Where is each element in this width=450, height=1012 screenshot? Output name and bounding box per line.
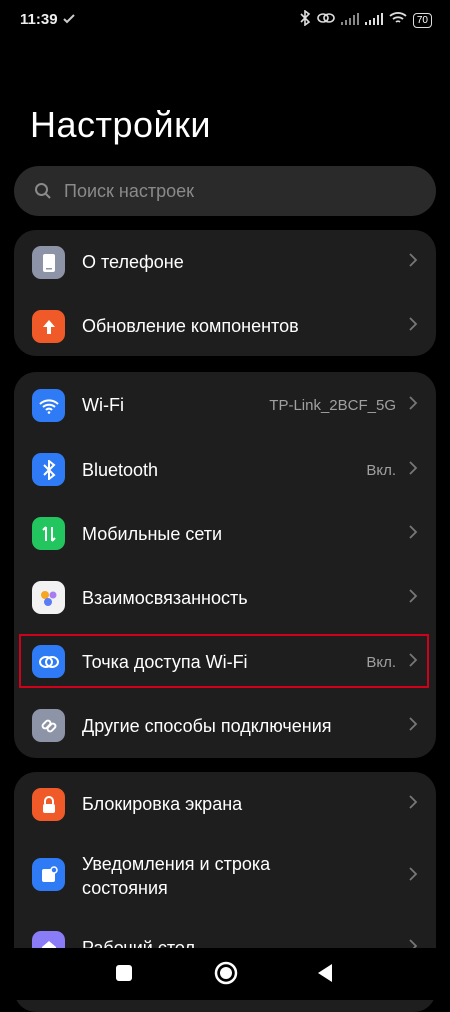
chevron-right-icon <box>408 252 418 273</box>
hotspot-status-icon <box>317 11 335 30</box>
back-button[interactable] <box>316 963 334 988</box>
settings-item-label: О телефоне <box>82 251 184 272</box>
chevron-right-icon <box>408 316 418 337</box>
search-icon <box>34 182 52 200</box>
settings-group-device: О телефоне Обновление компонентов <box>14 230 436 356</box>
battery-icon: 70 <box>412 13 432 28</box>
settings-item-label: Wi-Fi <box>82 394 124 415</box>
notification-icon <box>32 858 65 891</box>
wifi-status-icon <box>389 11 407 30</box>
settings-item-interconnect[interactable]: Взаимосвязанность <box>14 566 436 630</box>
settings-group-connections: Wi-Fi TP-Link_2BCF_5G Bluetooth Вкл. Моб… <box>14 372 436 758</box>
chevron-right-icon <box>408 524 418 545</box>
settings-item-label: Мобильные сети <box>82 523 223 544</box>
chevron-right-icon <box>408 395 418 416</box>
chevron-right-icon <box>408 866 418 887</box>
settings-item-label: Блокировка экрана <box>82 793 243 814</box>
settings-item-label: Bluetooth <box>82 459 159 480</box>
chevron-right-icon <box>408 794 418 815</box>
signal-icon <box>340 12 359 30</box>
settings-item-label: Другие способы подключения <box>82 715 332 736</box>
mobile-data-icon <box>32 517 65 550</box>
status-bar: 11:39 70 <box>0 0 450 40</box>
settings-item-value: Вкл. <box>366 461 396 479</box>
recents-button[interactable] <box>115 964 133 987</box>
link-icon <box>32 709 65 742</box>
check-icon <box>62 12 76 31</box>
bluetooth-icon <box>32 453 65 486</box>
settings-item-label: Уведомления и строка состояния <box>82 854 271 898</box>
status-time: 11:39 <box>20 11 58 28</box>
settings-item-bluetooth[interactable]: Bluetooth Вкл. <box>14 438 436 502</box>
settings-item-about-phone[interactable]: О телефоне <box>14 230 436 294</box>
settings-item-notifications[interactable]: Уведомления и строка состояния <box>14 836 436 916</box>
phone-icon <box>32 246 65 279</box>
settings-item-value: TP-Link_2BCF_5G <box>269 396 396 414</box>
home-button[interactable] <box>214 961 238 990</box>
signal-icon-2 <box>364 12 383 30</box>
settings-item-wifi[interactable]: Wi-Fi TP-Link_2BCF_5G <box>14 372 436 438</box>
interconnect-icon <box>32 581 65 614</box>
settings-item-update-components[interactable]: Обновление компонентов <box>14 294 436 356</box>
search-input[interactable] <box>62 179 406 203</box>
chevron-right-icon <box>408 460 418 481</box>
search-bar[interactable] <box>14 166 436 216</box>
bluetooth-status-icon <box>299 9 311 31</box>
chevron-right-icon <box>408 588 418 609</box>
page-title: Настройки <box>30 104 212 145</box>
settings-item-mobile-networks[interactable]: Мобильные сети <box>14 502 436 566</box>
wifi-icon <box>32 389 65 422</box>
lock-icon <box>32 788 65 821</box>
status-icons: 70 <box>299 9 432 31</box>
settings-item-label: Взаимосвязанность <box>82 587 248 608</box>
settings-item-lock-screen[interactable]: Блокировка экрана <box>14 772 436 836</box>
navigation-bar <box>0 948 450 1000</box>
settings-item-other-connections[interactable]: Другие способы подключения <box>14 694 436 758</box>
chevron-right-icon <box>408 716 418 737</box>
settings-item-label: Обновление компонентов <box>82 315 299 336</box>
highlight-box <box>19 634 429 688</box>
update-arrow-icon <box>32 310 65 343</box>
